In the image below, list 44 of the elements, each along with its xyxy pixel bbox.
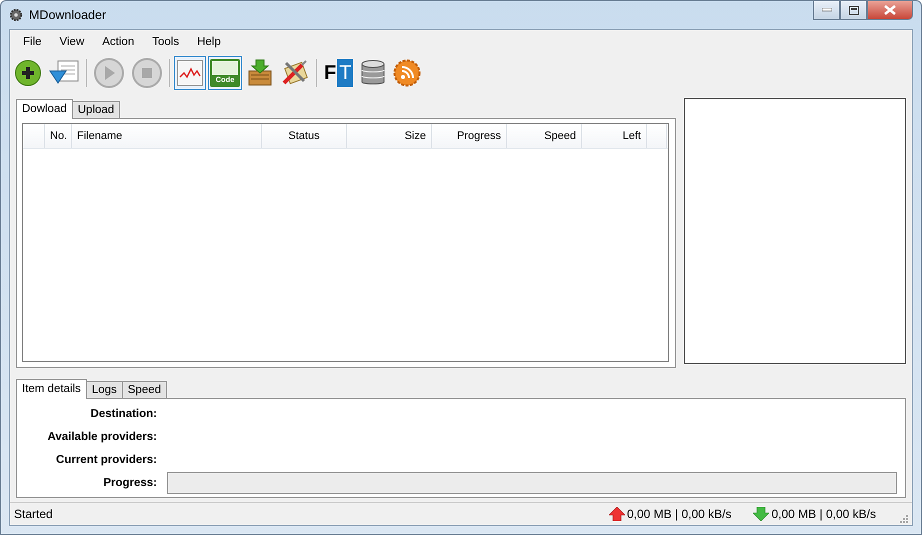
maximize-button[interactable] — [840, 1, 867, 20]
menu-item[interactable]: File — [14, 36, 51, 48]
graph-button[interactable] — [174, 56, 206, 90]
rss-icon — [393, 59, 422, 87]
column-header[interactable]: Progress — [432, 124, 507, 148]
box-arrow-icon — [246, 59, 274, 87]
tab[interactable]: Item details — [16, 379, 87, 399]
column-header[interactable]: No. — [45, 124, 72, 148]
plus-icon — [14, 59, 42, 87]
menu-item[interactable]: View — [50, 36, 94, 48]
field-label: Progress: — [102, 477, 157, 489]
close-button[interactable] — [867, 1, 913, 20]
column-header[interactable]: Status — [262, 124, 347, 148]
tab[interactable]: Upload — [72, 101, 120, 118]
line-graph-icon — [177, 60, 203, 86]
column-header[interactable]: Left — [582, 124, 647, 148]
up-arrow-icon — [608, 507, 625, 521]
field-label: Current providers: — [55, 454, 157, 466]
minimize-button[interactable] — [813, 1, 840, 20]
menu-item[interactable]: Action — [93, 36, 144, 48]
menu-item[interactable]: Tools — [143, 36, 188, 48]
play-icon — [93, 57, 125, 89]
tools-icon — [280, 59, 310, 87]
download-rate: 0,00 MB | 0,00 kB/s — [771, 507, 876, 521]
window-title: MDownloader — [29, 8, 106, 22]
status-text: Started — [14, 507, 54, 521]
tab[interactable]: Logs — [86, 381, 123, 398]
upload-rate: 0,00 MB | 0,00 kB/s — [626, 507, 732, 521]
tab[interactable]: Speed — [122, 381, 168, 398]
tab[interactable]: Dowload — [16, 99, 73, 119]
column-header[interactable]: Size — [347, 124, 432, 148]
menu-item[interactable]: Help — [188, 36, 230, 48]
field-label: Destination: — [90, 408, 157, 420]
resize-grip-icon — [898, 513, 908, 523]
stop-icon — [131, 57, 163, 89]
close-icon — [884, 5, 896, 15]
down-arrow-icon — [753, 507, 770, 521]
column-header[interactable]: Filename — [72, 124, 262, 148]
maximize-icon — [848, 6, 858, 14]
database-icon — [360, 59, 386, 87]
minimize-icon — [822, 8, 832, 12]
gear-icon — [9, 8, 23, 22]
field-label: Available providers: — [46, 431, 157, 443]
column-header[interactable]: Speed — [507, 124, 582, 148]
